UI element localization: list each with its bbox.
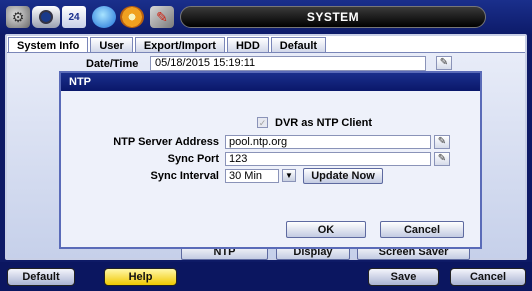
ntp-server-field[interactable]: pool.ntp.org [225, 135, 431, 149]
date-time-label: Date/Time [86, 58, 139, 70]
system-tools-icon[interactable]: ✎ [150, 6, 174, 28]
ntp-client-label: DVR as NTP Client [275, 117, 372, 129]
top-toolbar: ⚙ 24 ✎ SYSTEM [0, 0, 532, 34]
sync-interval-select[interactable]: 30 Min [225, 169, 279, 183]
tab-export-import[interactable]: Export/Import [134, 37, 225, 53]
tab-user[interactable]: User [90, 37, 133, 53]
setup-gear-icon[interactable]: ⚙ [6, 6, 30, 28]
save-button[interactable]: Save [368, 268, 439, 286]
calendar-icon[interactable]: 24 [62, 6, 86, 28]
sync-interval-label: Sync Interval [150, 170, 219, 182]
menu-title: SYSTEM [180, 6, 486, 28]
tab-default[interactable]: Default [270, 37, 327, 53]
ntp-server-label: NTP Server Address [113, 136, 219, 148]
date-time-field[interactable]: 05/18/2015 15:19:11 [150, 56, 426, 71]
help-button[interactable]: Help [104, 268, 177, 286]
update-now-button[interactable]: Update Now [303, 168, 383, 184]
edit-port-pencil-icon[interactable]: ✎ [434, 152, 450, 166]
calendar-day-text: 24 [68, 11, 80, 23]
ok-button[interactable]: OK [286, 221, 366, 238]
tab-hdd[interactable]: HDD [226, 37, 269, 53]
sync-port-field[interactable]: 123 [225, 152, 431, 166]
cancel-button[interactable]: Cancel [450, 268, 526, 286]
ntp-dialog-title: NTP [61, 73, 480, 91]
record-disc-icon[interactable] [120, 6, 144, 28]
tab-bar: System Info User Export/Import HDD Defau… [8, 37, 327, 53]
tab-system-info[interactable]: System Info [8, 37, 89, 53]
ntp-dialog: NTP ✓ DVR as NTP Client NTP Server Addre… [59, 71, 482, 249]
network-globe-icon[interactable] [92, 6, 116, 28]
default-button[interactable]: Default [7, 268, 75, 286]
edit-server-pencil-icon[interactable]: ✎ [434, 135, 450, 149]
sync-port-label: Sync Port [167, 153, 219, 165]
dialog-cancel-button[interactable]: Cancel [380, 221, 464, 238]
camera-icon[interactable] [32, 6, 60, 28]
chevron-down-icon[interactable]: ▼ [282, 169, 296, 182]
edit-date-pencil-icon[interactable]: ✎ [436, 56, 452, 70]
ntp-client-checkbox[interactable]: ✓ [257, 117, 268, 128]
